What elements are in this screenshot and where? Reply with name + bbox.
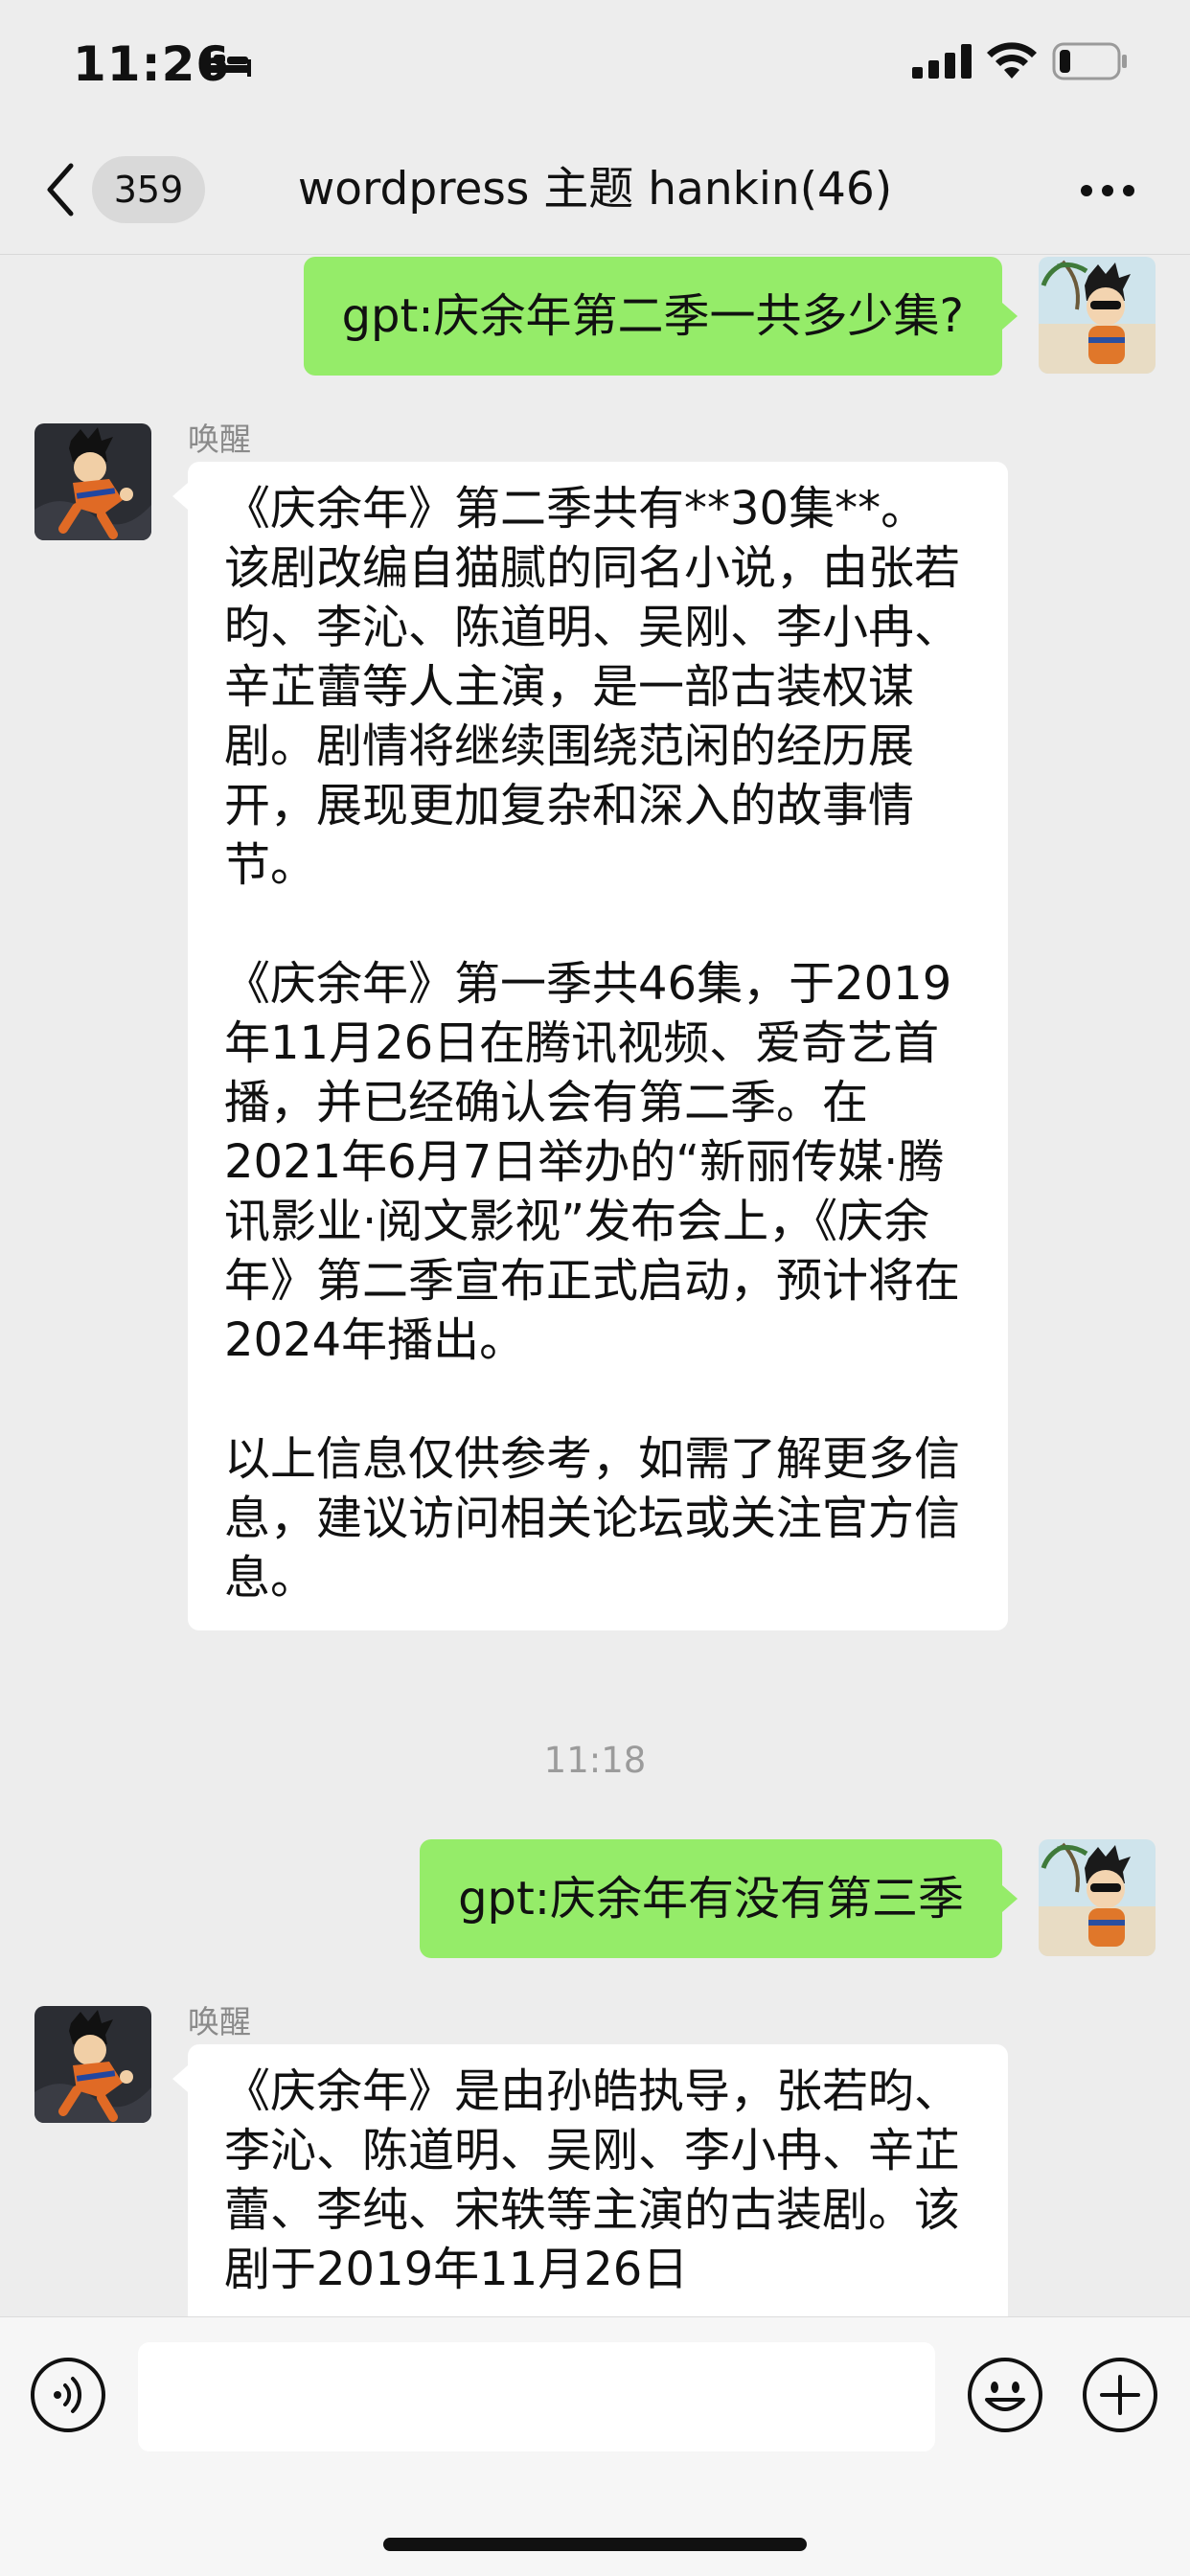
plus-circle-icon[interactable] xyxy=(1081,2356,1159,2434)
message-input[interactable] xyxy=(138,2342,935,2451)
status-bar: 11:26 xyxy=(0,0,1190,129)
message-input-bar xyxy=(0,2316,1190,2576)
avatar[interactable] xyxy=(1039,257,1156,374)
message-paragraph: 《庆余年》第一季共46集，于2019年11月26日在腾讯视频、爱奇艺首播，并已经… xyxy=(224,957,961,1367)
message-bubble[interactable]: 《庆余年》第二季共有**30集**。该剧改编自猫腻的同名小说，由张若昀、李沁、陈… xyxy=(188,462,1008,1630)
bubble-tail xyxy=(1002,303,1018,330)
timestamp-divider: 11:18 xyxy=(543,1740,647,1781)
message-paragraph: 《庆余年》是由孙皓执导，张若昀、李沁、陈道明、吴刚、李小冉、辛芷蕾、李纯、宋轶等… xyxy=(224,2064,961,2296)
sender-avatar-image xyxy=(34,423,151,540)
chevron-left-icon[interactable] xyxy=(42,160,80,219)
unread-count-badge[interactable]: 359 xyxy=(92,156,205,223)
sender-name: 唤醒 xyxy=(188,421,251,458)
avatar[interactable] xyxy=(34,423,151,540)
more-dots-icon[interactable] xyxy=(1079,183,1136,198)
message-bubble[interactable]: gpt:庆余年第二季一共多少集? xyxy=(303,257,1002,376)
voice-input-icon[interactable] xyxy=(29,2356,107,2434)
message-paragraph: 《庆余年》第二季共有**30集**。该剧改编自猫腻的同名小说，由张若昀、李沁、陈… xyxy=(224,482,961,892)
home-indicator xyxy=(383,2538,807,2551)
sender-avatar-image xyxy=(34,2006,151,2123)
bubble-tail xyxy=(172,483,188,510)
emoji-smile-icon[interactable] xyxy=(966,2356,1044,2434)
cellular-signal-icon xyxy=(912,44,972,79)
my-avatar-image xyxy=(1039,1839,1156,1956)
chat-title[interactable]: wordpress 主题 hankin(46) xyxy=(220,156,970,223)
battery-icon xyxy=(1052,42,1127,80)
bed-icon xyxy=(207,50,251,77)
battery-level xyxy=(1060,50,1070,73)
message-paragraph: 以上信息仅供参考，如需了解更多信息，建议访问相关论坛或关注官方信息。 xyxy=(224,1432,961,1605)
wifi-icon xyxy=(987,42,1037,79)
my-avatar-image xyxy=(1039,257,1156,374)
message-bubble[interactable]: gpt:庆余年有没有第三季 xyxy=(420,1839,1002,1958)
chat-header: 359 wordpress 主题 hankin(46) xyxy=(0,129,1190,255)
avatar[interactable] xyxy=(34,2006,151,2123)
avatar[interactable] xyxy=(1039,1839,1156,1956)
bubble-tail xyxy=(1002,1885,1018,1912)
sender-name: 唤醒 xyxy=(188,2003,251,2040)
bubble-tail xyxy=(172,2065,188,2092)
